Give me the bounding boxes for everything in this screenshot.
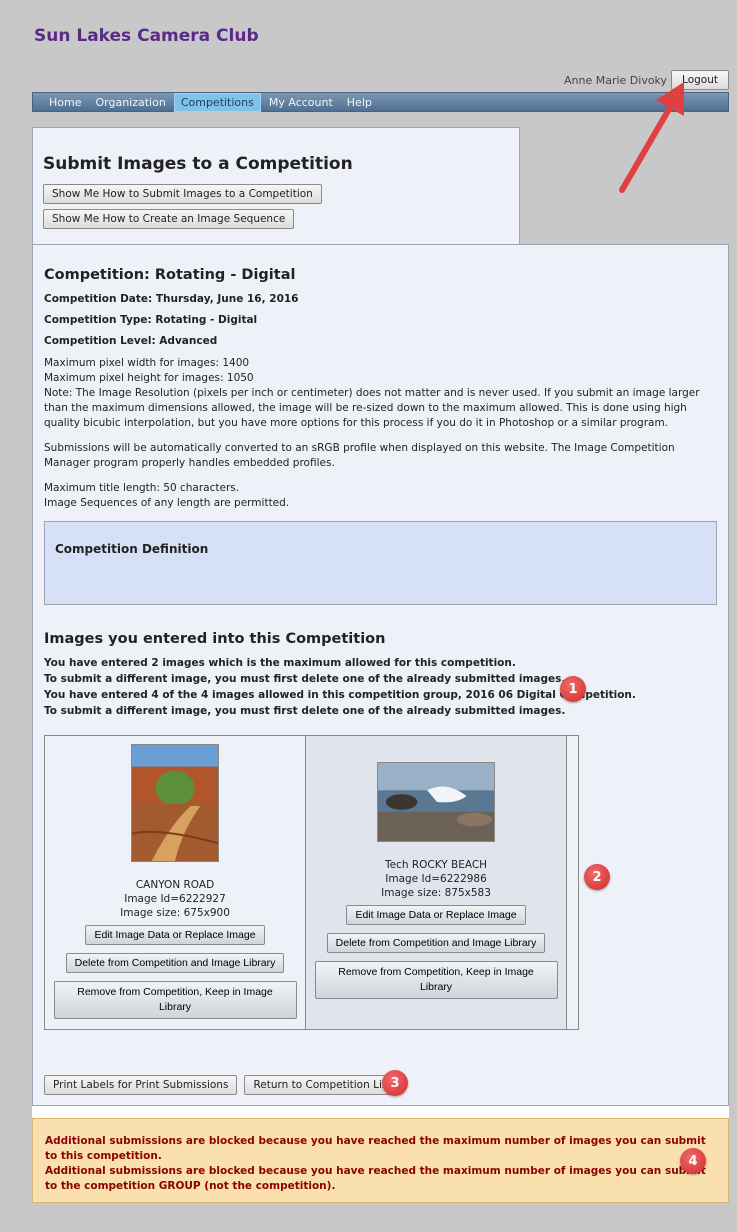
annotation-badge-4: 4: [680, 1148, 706, 1174]
competition-panel: Competition: Rotating - Digital Competit…: [32, 244, 729, 1106]
annotation-badge-1: 1: [560, 676, 586, 702]
image-card-rocky-beach: Tech ROCKY BEACH Image Id=6222986 Image …: [306, 736, 568, 1029]
competition-definition-box: Competition Definition: [44, 521, 717, 605]
entries-title: Images you entered into this Competition: [44, 631, 386, 647]
separator: [32, 1106, 729, 1118]
return-competition-list-button[interactable]: Return to Competition List: [244, 1075, 401, 1095]
print-labels-button[interactable]: Print Labels for Print Submissions: [44, 1075, 238, 1095]
remove-keep-library-button[interactable]: Remove from Competition, Keep in Image L…: [53, 981, 297, 1019]
max-height-text: Maximum pixel height for images: 1050: [44, 372, 254, 384]
annotation-badge-3: 3: [382, 1070, 408, 1096]
image-card-canyon-road: CANYON ROAD Image Id=6222927 Image size:…: [45, 736, 307, 1029]
max-title-text: Maximum title length: 50 characters.: [44, 482, 240, 494]
page-title: Submit Images to a Competition: [43, 154, 353, 174]
max-width-text: Maximum pixel width for images: 1400: [44, 357, 250, 369]
help-image-sequence-button[interactable]: Show Me How to Create an Image Sequence: [43, 209, 295, 229]
remove-keep-library-button[interactable]: Remove from Competition, Keep in Image L…: [314, 961, 558, 999]
competition-date: Competition Date: Thursday, June 16, 201…: [44, 293, 299, 305]
image-size: Image size: 875x583: [381, 887, 491, 899]
nav-item-organization[interactable]: Organization: [89, 94, 171, 111]
title-limits: Maximum title length: 50 characters. Ima…: [44, 481, 717, 511]
image-id: Image Id=6222986: [385, 873, 487, 885]
entered-images-grid: CANYON ROAD Image Id=6222927 Image size:…: [44, 735, 579, 1030]
help-submit-images-button[interactable]: Show Me How to Submit Images to a Compet…: [43, 184, 322, 204]
image-limits: Maximum pixel width for images: 1400 Max…: [44, 356, 717, 431]
annotation-badge-2: 2: [584, 864, 610, 890]
submission-blocked-warning: Additional submissions are blocked becau…: [32, 1118, 729, 1203]
image-title: CANYON ROAD: [135, 879, 215, 891]
resolution-note: Note: The Image Resolution (pixels per i…: [44, 387, 700, 429]
competition-type: Competition Type: Rotating - Digital: [44, 314, 258, 326]
grid-spacer: [567, 736, 578, 1029]
entry-notice-1: You have entered 2 images which is the m…: [44, 657, 516, 669]
competition-level: Competition Level: Advanced: [44, 335, 218, 347]
nav-item-help[interactable]: Help: [341, 94, 378, 111]
image-thumbnail[interactable]: [377, 762, 496, 842]
warning-line-1: Additional submissions are blocked becau…: [45, 1135, 706, 1162]
edit-image-button[interactable]: Edit Image Data or Replace Image: [85, 925, 265, 945]
image-size: Image size: 675x900: [120, 907, 230, 919]
entry-notice-3: You have entered 4 of the 4 images allow…: [44, 689, 636, 701]
delete-image-button[interactable]: Delete from Competition and Image Librar…: [326, 933, 546, 953]
annotation-arrow-icon: [619, 82, 684, 193]
nav-item-home[interactable]: Home: [43, 94, 87, 111]
edit-image-button[interactable]: Edit Image Data or Replace Image: [346, 905, 526, 925]
delete-image-button[interactable]: Delete from Competition and Image Librar…: [65, 953, 285, 973]
submit-header-panel: Submit Images to a Competition Show Me H…: [32, 127, 520, 245]
site-title: Sun Lakes Camera Club: [34, 26, 259, 46]
image-caption: CANYON ROAD Image Id=6222927 Image size:…: [120, 878, 230, 920]
nav-item-competitions[interactable]: Competitions: [173, 92, 261, 112]
entry-notice-4: To submit a different image, you must fi…: [44, 705, 566, 717]
image-title: Tech ROCKY BEACH: [384, 859, 488, 871]
entry-notice-2: To submit a different image, you must fi…: [44, 673, 566, 685]
competition-title: Competition: Rotating - Digital: [44, 267, 296, 283]
srgb-note: Submissions will be automatically conver…: [44, 442, 675, 469]
warning-line-2: Additional submissions are blocked becau…: [45, 1165, 706, 1192]
sequences-text: Image Sequences of any length are permit…: [44, 497, 290, 509]
image-id: Image Id=6222927: [124, 893, 226, 905]
competition-definition-title: Competition Definition: [55, 542, 209, 556]
image-caption: Tech ROCKY BEACH Image Id=6222986 Image …: [381, 858, 491, 900]
nav-item-my-account[interactable]: My Account: [263, 94, 339, 111]
bottom-actions: Print Labels for Print Submissions Retur…: [44, 1075, 401, 1095]
image-thumbnail[interactable]: [131, 744, 219, 862]
